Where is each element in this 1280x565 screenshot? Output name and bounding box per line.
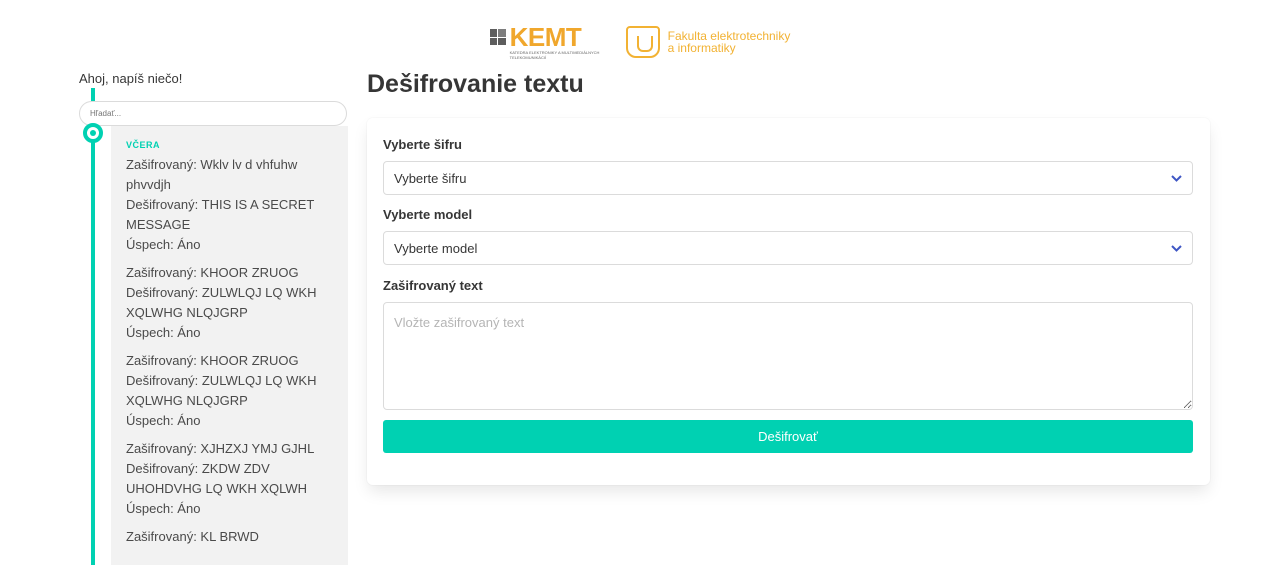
chevron-down-icon (1170, 172, 1182, 184)
header-logos: KEMT KATEDRA ELEKTRONIKY A MULTIMEDIÁLNY… (0, 24, 1280, 60)
history-success: Úspech: Áno (126, 325, 201, 340)
cipher-select[interactable]: Vyberte šifru (383, 161, 1193, 195)
chevron-down-icon (1170, 242, 1182, 254)
history-entry[interactable]: Zašifrovaný: Wklv lv d vhfuhw phvvdjh De… (126, 155, 334, 255)
history-search-input[interactable] (79, 101, 347, 126)
history-success: Úspech: Áno (126, 501, 201, 516)
history-entry[interactable]: Zašifrovaný: KL BRWD (126, 527, 334, 547)
model-label: Vyberte model (383, 207, 473, 222)
history-decrypted: Dešifrovaný: ZKDW ZDV UHOHDVHG LQ WKH XQ… (126, 461, 308, 496)
kemt-logo-mark (489, 29, 506, 45)
ciphertext-label: Zašifrovaný text (383, 278, 483, 293)
history-decrypted: Dešifrovaný: ZULWLQJ LQ WKH XQLWHG NLQJG… (126, 373, 317, 408)
fei-logo: Fakulta elektrotechniky a informatiky (625, 26, 790, 58)
cipher-select-value: Vyberte šifru (394, 170, 467, 186)
history-encrypted: Zašifrovaný: KHOOR ZRUOG (126, 265, 299, 280)
sidebar-greeting: Ahoj, napíš niečo! (79, 71, 183, 86)
history-entry[interactable]: Zašifrovaný: KHOOR ZRUOG Dešifrovaný: ZU… (126, 351, 334, 431)
kemt-logo: KEMT KATEDRA ELEKTRONIKY A MULTIMEDIÁLNY… (489, 22, 610, 60)
kemt-logo-subtitle: KATEDRA ELEKTRONIKY A MULTIMEDIÁLNYCH TE… (509, 50, 600, 60)
history-decrypted: Dešifrovaný: THIS IS A SECRET MESSAGE (126, 197, 315, 232)
history-encrypted: Zašifrovaný: XJHZXJ YMJ GJHL (126, 441, 315, 456)
timeline-dot-icon (83, 123, 103, 143)
history-encrypted: Zašifrovaný: KL BRWD (126, 529, 259, 544)
history-panel: VČERA Zašifrovaný: Wklv lv d vhfuhw phvv… (111, 126, 348, 565)
decrypt-form-card: Vyberte šifru Vyberte šifru Vyberte mode… (367, 118, 1210, 485)
model-select-value: Vyberte model (394, 240, 478, 256)
history-encrypted: Zašifrovaný: KHOOR ZRUOG (126, 353, 299, 368)
history-section-label: VČERA (126, 140, 161, 150)
history-success: Úspech: Áno (126, 413, 201, 428)
history-decrypted: Dešifrovaný: ZULWLQJ LQ WKH XQLWHG NLQJG… (126, 285, 317, 320)
history-encrypted: Zašifrovaný: Wklv lv d vhfuhw phvvdjh (126, 157, 298, 192)
model-select[interactable]: Vyberte model (383, 231, 1193, 265)
fei-logo-line2: a informatiky (667, 41, 736, 55)
ciphertext-input[interactable] (383, 302, 1193, 410)
page-title: Dešifrovanie textu (367, 70, 584, 98)
kemt-logo-wordmark: KEMT (509, 22, 582, 52)
fei-logo-mark (625, 26, 660, 58)
history-entry[interactable]: Zašifrovaný: KHOOR ZRUOG Dešifrovaný: ZU… (126, 263, 334, 343)
history-entry[interactable]: Zašifrovaný: XJHZXJ YMJ GJHL Dešifrovaný… (126, 439, 334, 519)
decrypt-button[interactable]: Dešifrovať (383, 420, 1193, 453)
history-success: Úspech: Áno (126, 237, 201, 252)
cipher-label: Vyberte šifru (383, 137, 462, 152)
timeline-line (91, 88, 95, 565)
